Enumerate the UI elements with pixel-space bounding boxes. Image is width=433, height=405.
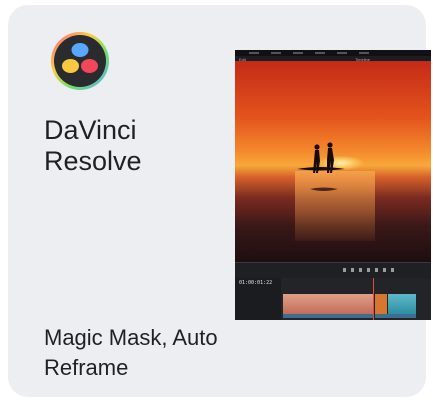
timecode-readout: 01:00:01:22 [239,280,273,286]
clip-label-bar [283,314,373,318]
transport-bar [235,262,431,278]
app-screenshot: Edit Timeline 01:00:01:22 [235,50,431,320]
scrub-line [235,262,431,263]
app-title: DaVinci Resolve [44,115,142,176]
timeline-clip [375,294,387,314]
playhead [373,278,374,320]
playback-controls [343,268,399,272]
surfers-silhouette [297,142,345,191]
feature-list: Magic Mask, Auto Reframe [44,325,218,380]
timeline-clip [283,294,373,314]
video-viewer [235,61,431,262]
davinci-resolve-logo-icon [48,29,112,93]
clip-label-bar [375,314,416,318]
timeline-clip [388,294,416,314]
